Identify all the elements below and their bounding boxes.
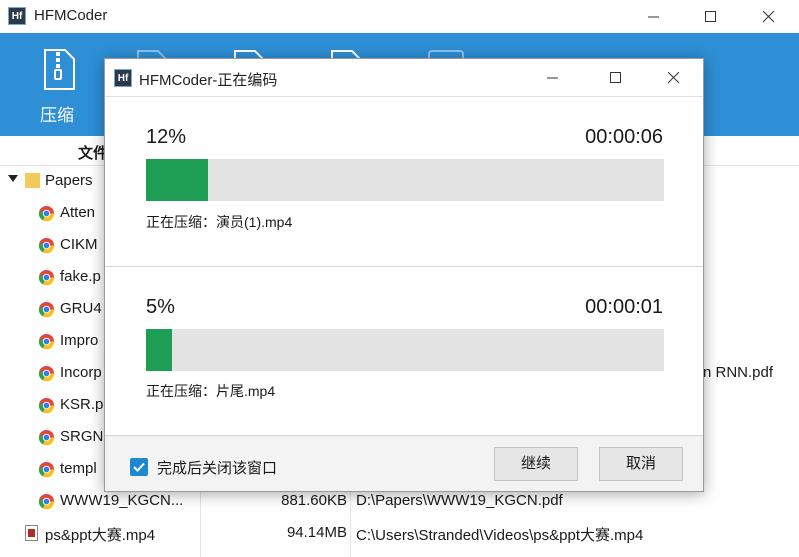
close-when-done-label[interactable]: 完成后关闭该窗口 <box>157 457 277 478</box>
progress-bar <box>146 329 664 371</box>
column-divider[interactable] <box>200 488 201 557</box>
zip-file-icon <box>44 49 75 90</box>
main-titlebar: Hf HFMCoder <box>0 0 799 33</box>
task-status: 正在压缩：片尾.mp4 <box>146 383 276 399</box>
maximize-button[interactable] <box>688 0 734 33</box>
file-name: CIKM <box>60 236 98 253</box>
folder-icon <box>25 173 40 188</box>
progress-fill <box>146 329 172 371</box>
file-name: Papers <box>45 172 93 189</box>
toolbar-item-label: 压缩 <box>40 106 74 125</box>
elapsed-time: 00:00:06 <box>585 126 663 148</box>
column-divider[interactable] <box>350 488 351 557</box>
maximize-icon <box>610 72 621 83</box>
cancel-button[interactable]: 取消 <box>599 447 683 481</box>
file-path: C:\Users\Stranded\Videos\ps&ppt大赛.mp4 <box>356 527 644 544</box>
file-name: Impro <box>60 332 99 349</box>
file-name: KSR.p <box>60 396 104 413</box>
checkmark-icon <box>133 462 145 472</box>
pdf-chrome-icon <box>38 301 55 318</box>
file-name: GRU4 <box>60 300 102 317</box>
dialog-minimize-button[interactable] <box>530 59 576 97</box>
app-logo: Hf <box>8 7 26 25</box>
progress-percent: 12% <box>146 126 187 148</box>
minimize-button[interactable] <box>631 0 677 33</box>
app-logo: Hf <box>114 69 132 87</box>
dialog-maximize-button[interactable] <box>593 59 639 97</box>
dialog-title: HFMCoder-正在编码 <box>139 72 278 89</box>
maximize-icon <box>705 10 716 22</box>
pdf-chrome-icon <box>38 429 55 446</box>
file-path: n RNN.pdf <box>703 364 774 381</box>
elapsed-time: 00:00:01 <box>585 296 663 318</box>
minimize-icon <box>547 77 558 79</box>
divider <box>105 266 703 267</box>
file-name: ps&ppt大赛.mp4 <box>45 527 156 544</box>
file-size: 94.14MB <box>286 524 347 541</box>
pdf-chrome-icon <box>38 269 55 286</box>
pdf-chrome-icon <box>38 333 55 350</box>
file-name: fake.p <box>60 268 101 285</box>
encoding-dialog: Hf HFMCoder-正在编码 12% 00:00:06 正在压缩：演员(1)… <box>104 58 704 492</box>
progress-bar <box>146 159 664 201</box>
close-icon <box>763 10 775 22</box>
pdf-chrome-icon <box>38 205 55 222</box>
pdf-chrome-icon <box>38 493 55 510</box>
task-status: 正在压缩：演员(1).mp4 <box>146 214 293 230</box>
expand-arrow-icon[interactable] <box>8 175 18 183</box>
progress-fill <box>146 159 209 201</box>
window-title: HFMCoder <box>34 7 108 24</box>
progress-percent: 5% <box>146 296 175 318</box>
file-name: Atten <box>60 204 96 221</box>
video-file-icon <box>25 525 38 541</box>
file-path: D:\Papers\WWW19_KGCN.pdf <box>356 492 563 509</box>
dialog-titlebar[interactable]: Hf HFMCoder-正在编码 <box>105 59 703 97</box>
file-name: SRGN <box>60 428 104 445</box>
file-row[interactable]: ps&ppt大赛.mp4 94.14MB C:\Users\Stranded\V… <box>0 517 799 549</box>
close-when-done-checkbox[interactable] <box>130 458 148 476</box>
pdf-chrome-icon <box>38 397 55 414</box>
close-icon <box>668 72 680 84</box>
dialog-footer: 完成后关闭该窗口 继续 取消 <box>105 436 703 491</box>
file-name: templ <box>60 460 97 477</box>
file-name: WWW19_KGCN... <box>60 492 184 509</box>
pdf-chrome-icon <box>38 237 55 254</box>
minimize-icon <box>648 16 659 17</box>
pdf-chrome-icon <box>38 365 55 382</box>
file-name: Incorp <box>60 364 102 381</box>
dialog-close-button[interactable] <box>651 59 697 97</box>
continue-button[interactable]: 继续 <box>494 447 578 481</box>
close-button[interactable] <box>746 0 792 33</box>
pdf-chrome-icon <box>38 461 55 478</box>
file-size: 881.60KB <box>281 492 347 509</box>
